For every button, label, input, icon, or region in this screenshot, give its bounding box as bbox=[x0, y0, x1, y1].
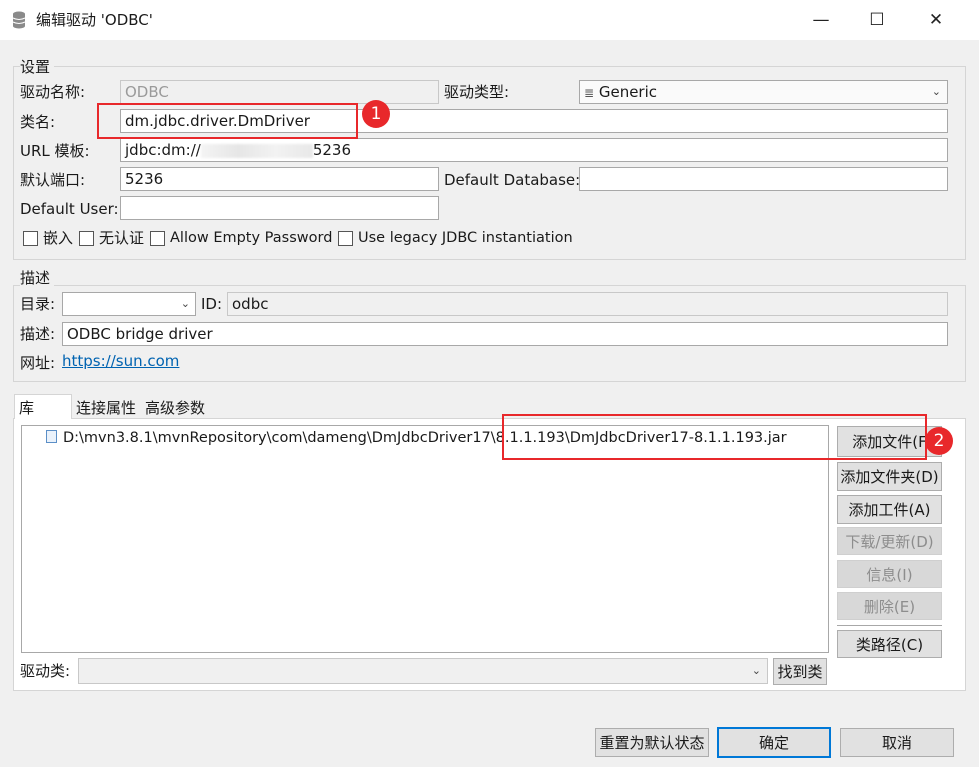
annotation-box-2 bbox=[502, 414, 927, 460]
legacy-jdbc-checkbox[interactable] bbox=[338, 231, 353, 246]
website-label: 网址: bbox=[20, 354, 56, 372]
class-name-label: 类名: bbox=[20, 113, 56, 131]
driver-type-value: Generic bbox=[598, 83, 658, 101]
add-folder-button[interactable]: 添加文件夹(D) bbox=[837, 462, 942, 491]
url-suffix: 5236 bbox=[312, 141, 351, 159]
desc-label: 描述: bbox=[20, 325, 56, 343]
tab-library[interactable]: 库 bbox=[14, 394, 72, 421]
legacy-jdbc-label: Use legacy JDBC instantiation bbox=[358, 230, 573, 246]
embedded-label: 嵌入 bbox=[43, 229, 74, 247]
database-icon bbox=[12, 11, 26, 29]
default-user-label: Default User: bbox=[20, 200, 119, 218]
annotation-box-1 bbox=[97, 103, 358, 139]
no-auth-label: 无认证 bbox=[99, 229, 145, 247]
chevron-down-icon: ⌄ bbox=[751, 664, 761, 677]
no-auth-checkbox[interactable] bbox=[79, 231, 94, 246]
embedded-checkbox[interactable] bbox=[23, 231, 38, 246]
default-port-label: 默认端口: bbox=[20, 171, 86, 189]
download-update-button[interactable]: 下载/更新(D) bbox=[837, 527, 942, 555]
id-field[interactable]: odbc bbox=[227, 292, 948, 316]
desc-field[interactable]: ODBC bridge driver bbox=[62, 322, 948, 346]
chevron-down-icon: ⌄ bbox=[180, 297, 190, 310]
title-bar: 编辑驱动 'ODBC' — ☐ ✕ bbox=[0, 0, 979, 40]
annotation-badge-2: 2 bbox=[925, 427, 953, 455]
catalog-select[interactable]: ⌄ bbox=[62, 292, 196, 316]
driver-name-field[interactable]: ODBC bbox=[120, 80, 439, 104]
ok-button[interactable]: 确定 bbox=[717, 727, 831, 758]
url-template-field[interactable]: jdbc:dm:// 5236 bbox=[120, 138, 948, 162]
driver-type-select[interactable]: ≣ Generic ⌄ bbox=[579, 80, 948, 104]
allow-empty-password-label: Allow Empty Password bbox=[170, 230, 333, 246]
settings-group-label: 设置 bbox=[20, 57, 55, 77]
default-database-label: Default Database: bbox=[444, 171, 581, 189]
annotation-badge-1: 1 bbox=[362, 100, 390, 128]
url-redacted bbox=[200, 143, 313, 158]
classpath-button[interactable]: 类路径(C) bbox=[837, 630, 942, 658]
default-user-field[interactable] bbox=[120, 196, 439, 220]
tab-connection-properties[interactable]: 连接属性 bbox=[72, 395, 140, 421]
generic-icon: ≣ bbox=[584, 86, 595, 100]
driver-name-label: 驱动名称: bbox=[20, 83, 86, 101]
delete-button[interactable]: 删除(E) bbox=[837, 592, 942, 620]
maximize-button[interactable]: ☐ bbox=[851, 0, 903, 40]
reset-defaults-button[interactable]: 重置为默认状态 bbox=[595, 728, 709, 757]
close-button[interactable]: ✕ bbox=[910, 0, 962, 40]
cancel-button[interactable]: 取消 bbox=[840, 728, 954, 757]
driver-type-label: 驱动类型: bbox=[444, 83, 510, 101]
driver-class-select[interactable]: ⌄ bbox=[78, 658, 768, 684]
id-label: ID: bbox=[201, 295, 223, 313]
button-separator bbox=[837, 625, 942, 626]
info-button[interactable]: 信息(I) bbox=[837, 560, 942, 588]
catalog-label: 目录: bbox=[20, 295, 56, 313]
website-link[interactable]: https://sun.com bbox=[62, 351, 179, 371]
chevron-down-icon: ⌄ bbox=[931, 85, 941, 98]
default-database-field[interactable] bbox=[579, 167, 948, 191]
tab-advanced-params[interactable]: 高级参数 bbox=[141, 395, 209, 421]
minimize-button[interactable]: — bbox=[795, 0, 847, 40]
jar-file-icon bbox=[46, 430, 57, 443]
default-port-field[interactable]: 5236 bbox=[120, 167, 439, 191]
url-prefix: jdbc:dm:// bbox=[125, 141, 201, 159]
description-group-label: 描述 bbox=[20, 268, 55, 288]
find-class-button[interactable]: 找到类 bbox=[773, 658, 827, 685]
window-title: 编辑驱动 'ODBC' bbox=[36, 11, 153, 29]
allow-empty-password-checkbox[interactable] bbox=[150, 231, 165, 246]
add-artifact-button[interactable]: 添加工件(A) bbox=[837, 495, 942, 524]
driver-class-label: 驱动类: bbox=[20, 662, 71, 680]
url-template-label: URL 模板: bbox=[20, 142, 90, 160]
